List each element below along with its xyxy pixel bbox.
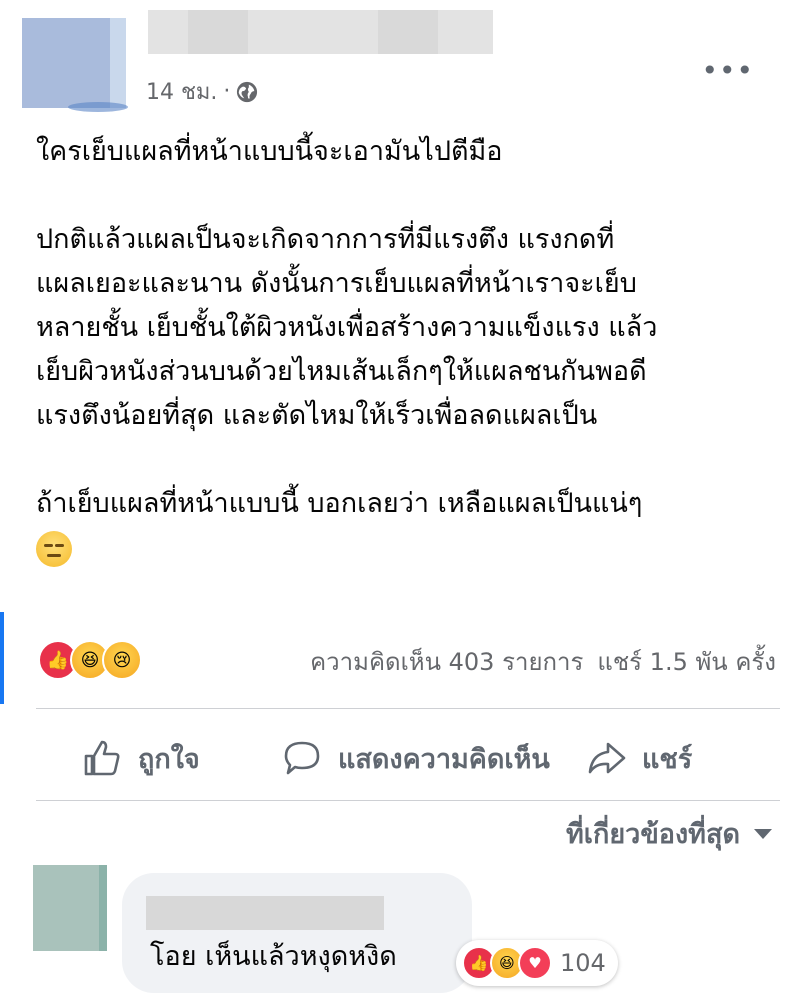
poster-avatar[interactable] (22, 18, 128, 112)
commenter-avatar[interactable] (33, 865, 107, 951)
sad-reaction-icon: 😢 (102, 640, 142, 680)
post-line: ถ้าเย็บแผลที่หน้าแบบนี้ บอกเลยว่า เหลือแ… (36, 488, 643, 519)
share-button[interactable]: แชร์ (584, 736, 692, 780)
action-bar: ถูกใจ แสดงความคิดเห็น แชร์ (0, 722, 800, 786)
like-button[interactable]: ถูกใจ (80, 736, 200, 780)
post-line: เย็บผิวหนังส่วนบนด้วยไหมเส้นเล็กๆให้แผลช… (36, 356, 647, 387)
caret-down-icon (754, 828, 772, 839)
commenter-name-redacted[interactable] (146, 896, 384, 930)
comment-sort-dropdown[interactable]: ที่เกี่ยวข้องที่สุด (566, 812, 772, 855)
redaction-segment (188, 10, 248, 54)
post-body: ใครเย็บแผลที่หน้าแบบนี้จะเอามันไปตีมือ ป… (36, 130, 781, 570)
share-label: แชร์ (642, 743, 693, 775)
avatar-edge (68, 102, 128, 112)
post-meta: 14 ชม. · (146, 74, 258, 109)
poster-name-redacted[interactable] (148, 10, 493, 54)
comment-label: แสดงความคิดเห็น (338, 743, 550, 775)
comment-icon (284, 741, 320, 775)
avatar-strip (99, 865, 107, 951)
post-line: หลายชั้น เย็บชั้นใต้ผิวหนังเพื่อสร้างควา… (36, 312, 658, 343)
post-stats: ความคิดเห็น 403 รายการ แชร์ 1.5 พัน ครั้… (310, 642, 776, 681)
like-label: ถูกใจ (138, 743, 200, 775)
divider (36, 800, 780, 801)
sort-label: ที่เกี่ยวข้องที่สุด (565, 819, 740, 850)
post-emoji-line (36, 526, 781, 570)
avatar-strip (110, 18, 126, 108)
post-line: ปกติแล้วแผลเป็นจะเกิดจากการที่มีแรงตึง แ… (36, 224, 615, 255)
share-arrow-icon (588, 742, 626, 774)
love-reaction-icon: ♥ (518, 946, 552, 980)
shares-count[interactable]: แชร์ 1.5 พัน ครั้ง (597, 642, 776, 681)
comment-reaction-count: 104 (560, 949, 606, 977)
thumbs-up-icon (84, 740, 120, 776)
post-line: แรงตึงน้อยที่สุด และตัดไหมให้เร็วเพื่อลด… (36, 400, 598, 431)
expressionless-face-icon (36, 530, 72, 567)
divider (36, 708, 780, 709)
post-time[interactable]: 14 ชม. (146, 74, 217, 109)
comment-reactions[interactable]: 👍 😆 ♥ 104 (456, 940, 618, 986)
post-line: ใครเย็บแผลที่หน้าแบบนี้จะเอามันไปตีมือ (36, 136, 503, 167)
more-options-icon[interactable]: ••• (701, 54, 754, 87)
comment-button[interactable]: แสดงความคิดเห็น (280, 736, 550, 780)
post-line: แผลเยอะและนาน ดังนั้นการเย็บแผลที่หน้าเร… (36, 268, 637, 299)
left-accent-bar (0, 612, 4, 704)
meta-separator: · (223, 79, 231, 104)
comment-text: โอย เห็นแล้วหงุดหงิด (150, 941, 397, 972)
comments-count[interactable]: ความคิดเห็น 403 รายการ (310, 642, 583, 681)
redaction-segment (378, 10, 438, 54)
reaction-summary[interactable]: 👍 😆 😢 (38, 640, 142, 680)
globe-icon (237, 81, 258, 102)
